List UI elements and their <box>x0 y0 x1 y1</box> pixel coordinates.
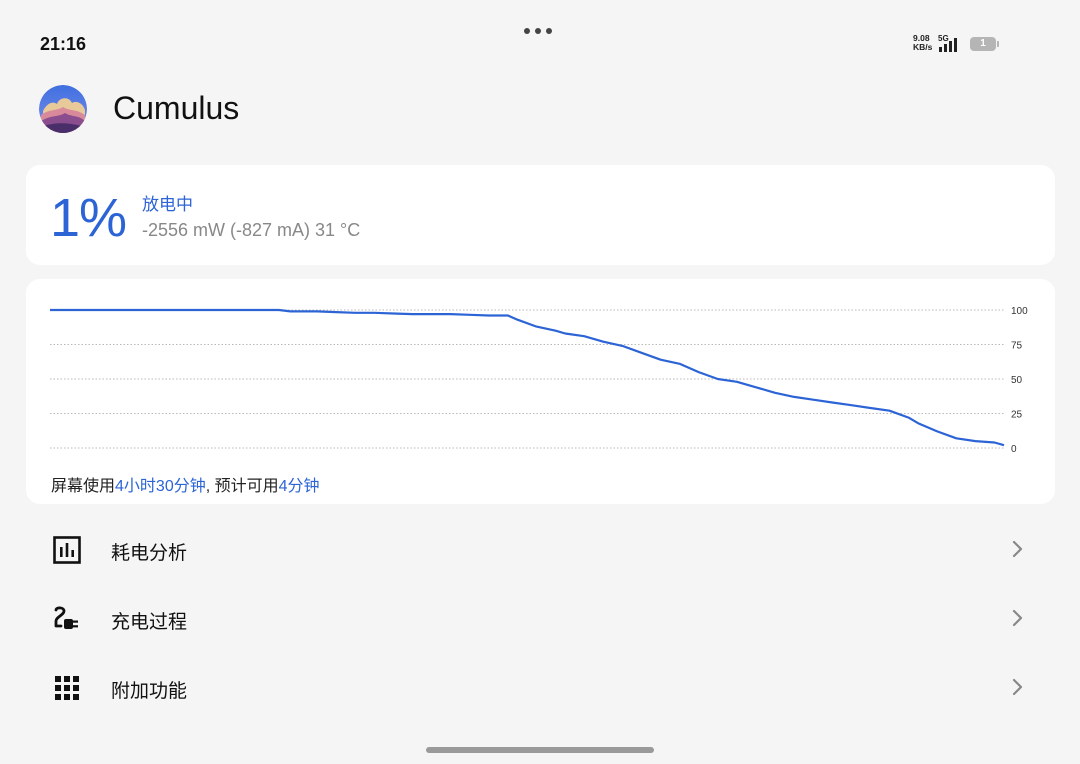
home-indicator[interactable] <box>426 747 654 753</box>
battery-level-chart: 100 75 50 25 0 <box>50 306 1028 455</box>
menu-label: 附加功能 <box>111 681 188 702</box>
net-speed-unit: KB/s <box>913 42 933 52</box>
usage-prefix: 屏幕使用 <box>51 478 116 495</box>
chevron-right-icon <box>1012 609 1023 627</box>
y-tick-label: 100 <box>1011 306 1028 317</box>
charging-plug-icon <box>54 606 78 629</box>
cumulus-logo-icon <box>39 85 87 133</box>
battery-percent: 1% <box>50 188 127 248</box>
menu-item-charging-process[interactable]: 充电过程 <box>0 588 1080 648</box>
chevron-right-icon <box>1012 540 1023 558</box>
battery-state: 放电中 <box>142 195 193 214</box>
menu-item-power-analysis[interactable]: 耗电分析 <box>0 519 1080 579</box>
net-speed: 9.08 KB/s <box>913 34 932 52</box>
screen-usage-summary: 屏幕使用4小时30分钟, 预计可用4分钟 <box>51 472 320 496</box>
battery-icon: 1 <box>970 37 999 51</box>
more-options-icon[interactable] <box>524 28 552 34</box>
menu-label: 充电过程 <box>111 612 188 633</box>
y-tick-label: 25 <box>1011 410 1023 421</box>
y-tick-label: 50 <box>1011 375 1023 386</box>
bar-chart-icon <box>53 536 81 564</box>
status-time: 21:16 <box>40 34 87 54</box>
y-tick-label: 75 <box>1011 341 1023 352</box>
app-title: Cumulus <box>113 90 240 126</box>
grid-apps-icon <box>55 676 79 700</box>
status-bar: 21:16 9.08 KB/s 5G 1 <box>0 0 1080 64</box>
remaining-time-value: 4分钟 <box>278 478 320 495</box>
usage-middle: , 预计可用 <box>205 478 279 495</box>
menu-item-extra-features[interactable]: 附加功能 <box>0 657 1080 717</box>
battery-level-line <box>50 308 1005 447</box>
battery-status-card: 1% 放电中 -2556 mW (-827 mA) 31 °C <box>26 165 1055 265</box>
menu-label: 耗电分析 <box>111 543 188 564</box>
chevron-right-icon <box>1012 678 1023 696</box>
battery-detail: -2556 mW (-827 mA) 31 °C <box>142 220 361 240</box>
y-tick-label: 0 <box>1011 444 1017 455</box>
signal-icon <box>939 36 957 52</box>
screen-time-value: 4小时30分钟 <box>115 478 206 495</box>
battery-history-card: 100 75 50 25 0 屏幕使用4小时30分钟, 预计可用4分钟 <box>26 279 1055 504</box>
